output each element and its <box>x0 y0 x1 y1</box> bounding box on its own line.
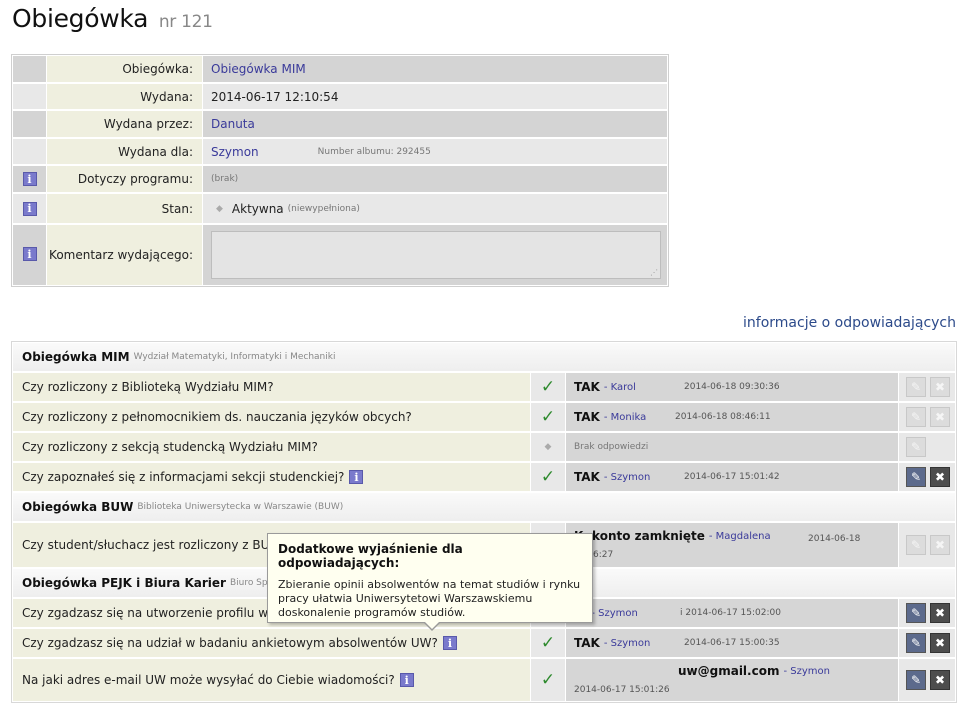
info-icon[interactable]: i <box>399 673 414 687</box>
close-icon: ✖ <box>934 470 946 484</box>
delete-button[interactable]: ✖ <box>930 467 950 487</box>
check-icon: ✓ <box>540 377 556 397</box>
edit-button[interactable]: ✎ <box>906 603 926 623</box>
info-row-program: i Dotyczy programu: (brak) <box>13 166 667 192</box>
close-icon: ✖ <box>934 538 946 552</box>
page-number: nr 121 <box>158 12 213 32</box>
close-icon: ✖ <box>934 673 946 687</box>
info-icon[interactable]: i <box>442 636 457 650</box>
edit-button[interactable]: ✎ <box>906 467 926 487</box>
info-row-wydana-dla: Wydana dla: Szymon Number albumu: 292455 <box>13 139 667 164</box>
empty-dot-icon: ◆ <box>544 442 552 452</box>
responder-link[interactable]: - Karol <box>604 382 636 393</box>
info-row-wydana: Wydana: 2014-06-17 12:10:54 <box>13 84 667 109</box>
album-number: Number albumu: 292455 <box>317 146 431 157</box>
status-value: Aktywna <box>231 201 284 216</box>
delete-button[interactable]: ✖ <box>930 633 950 653</box>
question-row: Na jaki adres e-mail UW może wysyłać do … <box>13 659 955 701</box>
pencil-icon: ✎ <box>910 538 922 552</box>
pencil-icon: ✎ <box>910 380 922 394</box>
responder-link[interactable]: - Szymon <box>783 666 830 677</box>
pencil-icon: ✎ <box>910 673 922 687</box>
delete-button[interactable]: ✖ <box>930 670 950 690</box>
responder-link[interactable]: - Monika <box>604 412 646 423</box>
info-row-stan: i Stan: ◆ Aktywna (niewypełniona) <box>13 194 667 223</box>
delete-button[interactable]: ✖ <box>930 407 950 427</box>
responders-info-link[interactable]: informacje o odpowiadających <box>743 315 956 331</box>
pencil-icon: ✎ <box>910 410 922 424</box>
info-icon[interactable]: i <box>22 172 37 186</box>
pencil-icon: ✎ <box>910 606 922 620</box>
delete-button[interactable]: ✖ <box>930 377 950 397</box>
question-row: Czy rozliczony z pełnomocnikiem ds. nauc… <box>13 403 955 431</box>
status-dot-icon: ◆ <box>216 203 223 214</box>
check-icon: ✓ <box>540 633 556 653</box>
info-icon[interactable]: i <box>22 247 37 261</box>
responder-link[interactable]: - Szymon <box>604 472 651 483</box>
tooltip-body: Zbieranie opinii absolwentów na temat st… <box>278 578 581 619</box>
question-row: Czy zgadzasz się na udział w badaniu ank… <box>13 629 955 657</box>
responder-link[interactable]: - Magdalena <box>709 531 771 542</box>
obiegowka-link[interactable]: Obiegówka MIM <box>211 62 306 76</box>
close-icon: ✖ <box>934 636 946 650</box>
responder-link[interactable]: - Szymon <box>591 608 638 619</box>
check-icon: ✓ <box>540 670 556 690</box>
pencil-icon: ✎ <box>910 636 922 650</box>
edit-button[interactable]: ✎ <box>906 437 926 457</box>
info-row-obiegowka: Obiegówka: Obiegówka MIM <box>13 56 667 82</box>
info-row-komentarz: i Komentarz wydającego: ⋰ <box>13 225 667 285</box>
question-row: Czy rozliczony z Biblioteką Wydziału MIM… <box>13 373 955 401</box>
question-row: Czy zapoznałeś się z informacjami sekcji… <box>13 463 955 491</box>
section-header-buw: Obiegówka BUW Biblioteka Uniwersytecka w… <box>13 493 955 521</box>
page-title: Obiegówka nr 121 <box>12 4 213 33</box>
info-icon[interactable]: i <box>22 201 37 216</box>
responder-link[interactable]: - Szymon <box>604 638 651 649</box>
delete-button[interactable]: ✖ <box>930 535 950 555</box>
section-header-mim: Obiegówka MIM Wydział Matematyki, Inform… <box>13 343 955 371</box>
edit-button[interactable]: ✎ <box>906 377 926 397</box>
edit-button[interactable]: ✎ <box>906 670 926 690</box>
close-icon: ✖ <box>934 380 946 394</box>
delete-button[interactable]: ✖ <box>930 603 950 623</box>
info-row-wydana-przez: Wydana przez: Danuta <box>13 111 667 137</box>
email-answer: uw@gmail.com <box>678 664 780 678</box>
tooltip-title: Dodatkowe wyjaśnienie dla odpowiadającyc… <box>278 542 463 570</box>
pencil-icon: ✎ <box>910 470 922 484</box>
issuer-link[interactable]: Danuta <box>211 117 255 131</box>
info-table: Obiegówka: Obiegówka MIM Wydana: 2014-06… <box>11 54 669 287</box>
student-link[interactable]: Szymon <box>211 145 259 159</box>
info-tooltip: Dodatkowe wyjaśnienie dla odpowiadającyc… <box>267 533 593 631</box>
close-icon: ✖ <box>934 606 946 620</box>
check-icon: ✓ <box>540 467 556 487</box>
questions-table: Obiegówka MIM Wydział Matematyki, Inform… <box>11 341 957 703</box>
close-icon: ✖ <box>934 410 946 424</box>
comment-textarea[interactable]: ⋰ <box>211 231 661 279</box>
info-icon[interactable]: i <box>349 470 364 484</box>
resize-grip-icon[interactable]: ⋰ <box>650 269 658 277</box>
edit-button[interactable]: ✎ <box>906 407 926 427</box>
edit-button[interactable]: ✎ <box>906 633 926 653</box>
edit-button[interactable]: ✎ <box>906 535 926 555</box>
pencil-icon: ✎ <box>910 440 922 454</box>
question-row: Czy rozliczony z sekcją studencką Wydzia… <box>13 433 955 461</box>
check-icon: ✓ <box>540 407 556 427</box>
